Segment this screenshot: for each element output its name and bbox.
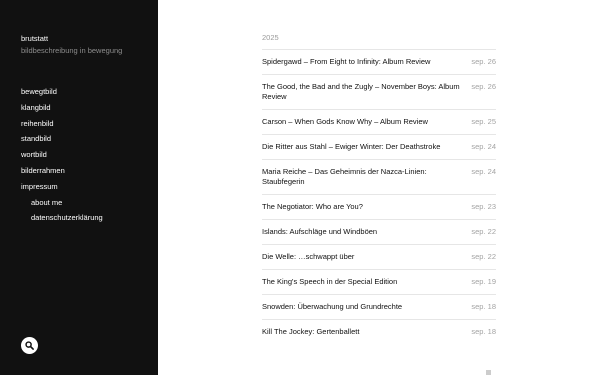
post-title-link[interactable]: Die Welle: …schwappt über <box>262 252 466 262</box>
post-date: sep. 19 <box>471 277 496 286</box>
nav-subitem-about-me[interactable]: about me <box>21 198 103 214</box>
list-item: The King's Speech in der Special Edition… <box>262 269 496 294</box>
post-date: sep. 22 <box>471 252 496 261</box>
list-item: Islands: Aufschläge und Windböen sep. 22 <box>262 219 496 244</box>
post-title-link[interactable]: The King's Speech in der Special Edition <box>262 277 466 287</box>
list-item: Maria Reiche – Das Geheimnis der Nazca-L… <box>262 159 496 194</box>
search-icon <box>25 341 34 350</box>
nav-item-reihenbild[interactable]: reihenbild <box>21 119 103 135</box>
post-date: sep. 18 <box>471 302 496 311</box>
post-title-link[interactable]: Carson – When Gods Know Why – Album Revi… <box>262 117 466 127</box>
post-title-link[interactable]: Spidergawd – From Eight to Infinity: Alb… <box>262 57 466 67</box>
post-title-link[interactable]: Maria Reiche – Das Geheimnis der Nazca-L… <box>262 167 466 187</box>
list-item: The Good, the Bad and the Zugly – Novemb… <box>262 74 496 109</box>
post-date: sep. 22 <box>471 227 496 236</box>
post-date: sep. 18 <box>471 327 496 336</box>
post-date: sep. 26 <box>471 57 496 66</box>
nav-item-impressum[interactable]: impressum <box>21 182 103 198</box>
post-title-link[interactable]: The Good, the Bad and the Zugly – Novemb… <box>262 82 466 102</box>
list-item: Die Ritter aus Stahl – Ewiger Winter: De… <box>262 134 496 159</box>
post-date: sep. 24 <box>471 142 496 151</box>
post-title-link[interactable]: Snowden: Überwachung und Grundrechte <box>262 302 466 312</box>
archive-year: 2025 <box>262 33 279 42</box>
nav-item-bewegtbild[interactable]: bewegtbild <box>21 87 103 103</box>
post-date: sep. 25 <box>471 117 496 126</box>
post-date: sep. 26 <box>471 82 496 91</box>
post-title-link[interactable]: Kill The Jockey: Gertenballett <box>262 327 466 337</box>
list-item: Die Welle: …schwappt über sep. 22 <box>262 244 496 269</box>
site-title[interactable]: brutstatt <box>21 34 48 43</box>
list-item: The Negotiator: Who are You? sep. 23 <box>262 194 496 219</box>
nav-item-wortbild[interactable]: wortbild <box>21 150 103 166</box>
post-list: Spidergawd – From Eight to Infinity: Alb… <box>262 49 496 344</box>
nav-item-standbild[interactable]: standbild <box>21 134 103 150</box>
nav-item-klangbild[interactable]: klangbild <box>21 103 103 119</box>
site-description: bildbeschreibung in bewegung <box>21 46 123 55</box>
post-title-link[interactable]: The Negotiator: Who are You? <box>262 202 466 212</box>
list-item: Spidergawd – From Eight to Infinity: Alb… <box>262 49 496 74</box>
sidebar: brutstatt bildbeschreibung in bewegung b… <box>0 0 158 375</box>
nav-subitem-datenschutz[interactable]: datenschutzerklärung <box>21 213 103 229</box>
list-item: Kill The Jockey: Gertenballett sep. 18 <box>262 319 496 344</box>
list-item: Snowden: Überwachung und Grundrechte sep… <box>262 294 496 319</box>
main-nav: bewegtbild klangbild reihenbild standbil… <box>21 87 103 229</box>
scroll-indicator <box>486 370 491 375</box>
post-title-link[interactable]: Islands: Aufschläge und Windböen <box>262 227 466 237</box>
post-date: sep. 23 <box>471 202 496 211</box>
nav-item-bilderrahmen[interactable]: bilderrahmen <box>21 166 103 182</box>
search-button[interactable] <box>21 337 38 354</box>
post-title-link[interactable]: Die Ritter aus Stahl – Ewiger Winter: De… <box>262 142 466 152</box>
list-item: Carson – When Gods Know Why – Album Revi… <box>262 109 496 134</box>
post-date: sep. 24 <box>471 167 496 176</box>
